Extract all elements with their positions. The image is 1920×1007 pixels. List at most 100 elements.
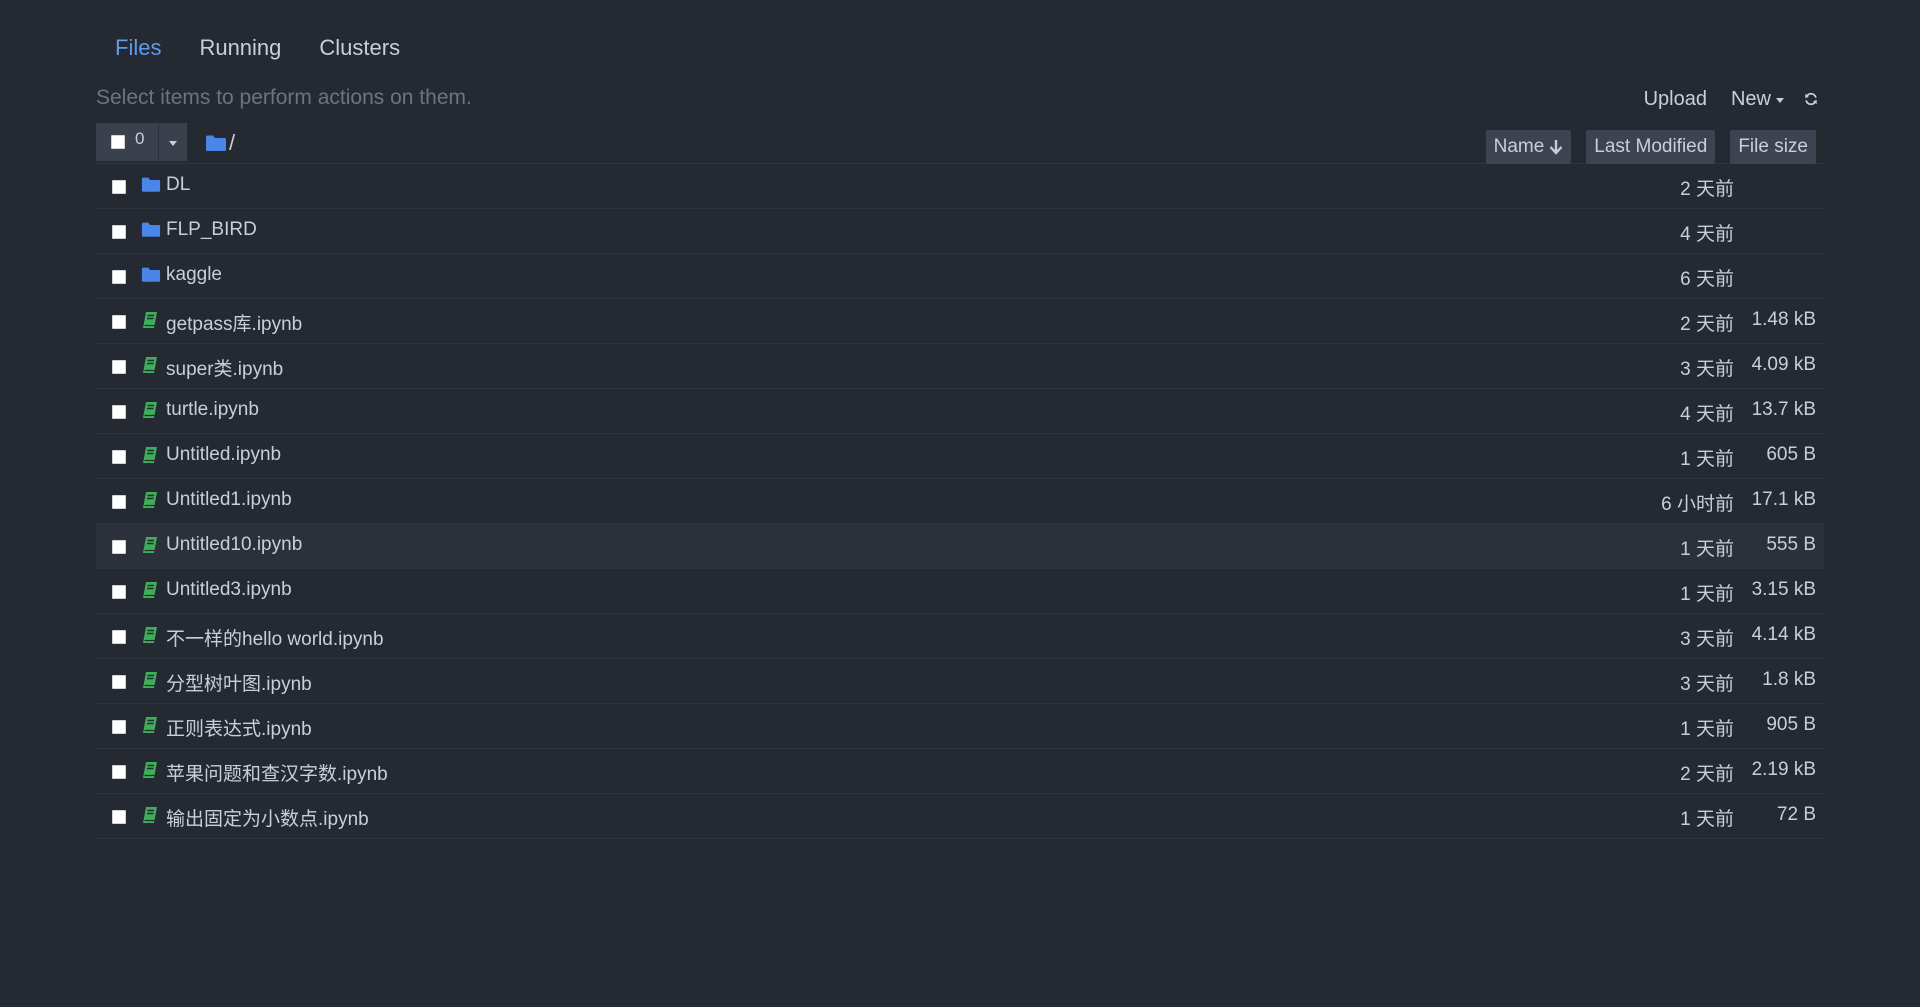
- sort-modified-label: Last Modified: [1594, 136, 1708, 157]
- item-last-modified: 4 天前: [1680, 404, 1734, 425]
- row-checkbox[interactable]: [112, 675, 126, 689]
- item-last-modified: 1 天前: [1680, 539, 1734, 560]
- breadcrumb[interactable]: /: [205, 130, 235, 156]
- notebook-icon: [141, 311, 161, 331]
- select-dropdown-button[interactable]: [159, 123, 187, 161]
- row-checkbox[interactable]: [112, 630, 126, 644]
- item-file-size: 4.09 kB: [1751, 354, 1816, 375]
- sort-by-size-button[interactable]: File size: [1730, 130, 1816, 164]
- item-last-modified: 3 天前: [1680, 629, 1734, 650]
- item-name-link[interactable]: Untitled10.ipynb: [166, 534, 302, 556]
- notebook-icon: [141, 356, 161, 376]
- list-item[interactable]: Untitled3.ipynb 1 天前 3.15 kB: [96, 569, 1824, 614]
- item-last-modified: 2 天前: [1680, 314, 1734, 335]
- tab-files[interactable]: Files: [96, 30, 180, 66]
- row-checkbox[interactable]: [112, 720, 126, 734]
- list-item[interactable]: Untitled1.ipynb 6 小时前 17.1 kB: [96, 479, 1824, 524]
- sort-by-modified-button[interactable]: Last Modified: [1586, 130, 1716, 164]
- file-list: DL 2 天前 FLP_BIRD 4 天前 kaggle 6 天前 getpass库.ipy…: [96, 164, 1824, 839]
- folder-icon: [206, 135, 226, 151]
- new-dropdown-button[interactable]: New: [1721, 86, 1794, 112]
- toolbar-actions: Upload New: [1634, 86, 1824, 112]
- refresh-icon[interactable]: [1798, 86, 1824, 112]
- list-item[interactable]: kaggle 6 天前: [96, 254, 1824, 299]
- list-item[interactable]: turtle.ipynb 4 天前 13.7 kB: [96, 389, 1824, 434]
- upload-button[interactable]: Upload: [1634, 86, 1717, 112]
- list-item[interactable]: 分型树叶图.ipynb 3 天前 1.8 kB: [96, 659, 1824, 704]
- notebook-icon: [141, 626, 161, 646]
- tab-clusters[interactable]: Clusters: [300, 30, 419, 66]
- list-item[interactable]: 输出固定为小数点.ipynb 1 天前 72 B: [96, 794, 1824, 839]
- list-item[interactable]: DL 2 天前: [96, 164, 1824, 209]
- item-name-link[interactable]: 输出固定为小数点.ipynb: [166, 804, 369, 831]
- row-checkbox[interactable]: [112, 405, 126, 419]
- breadcrumb-root: /: [229, 130, 236, 155]
- item-name-link[interactable]: 正则表达式.ipynb: [166, 714, 312, 741]
- item-file-size: 1.48 kB: [1751, 309, 1816, 330]
- item-name-link[interactable]: 分型树叶图.ipynb: [166, 669, 312, 696]
- new-label: New: [1730, 88, 1771, 110]
- select-all-group: 0: [96, 123, 187, 161]
- list-header: 0 / Name Last Modified File size: [96, 122, 1824, 164]
- item-name-link[interactable]: DL: [166, 174, 190, 196]
- tab-running[interactable]: Running: [180, 30, 300, 66]
- item-name-link[interactable]: Untitled3.ipynb: [166, 579, 292, 601]
- folder-icon: [141, 266, 161, 286]
- item-file-size: 13.7 kB: [1751, 399, 1816, 420]
- sort-name-label: Name: [1493, 136, 1545, 157]
- item-file-size: 17.1 kB: [1751, 489, 1816, 510]
- list-item[interactable]: FLP_BIRD 4 天前: [96, 209, 1824, 254]
- list-item[interactable]: Untitled10.ipynb 1 天前 555 B: [96, 524, 1824, 569]
- list-item[interactable]: getpass库.ipynb 2 天前 1.48 kB: [96, 299, 1824, 344]
- list-item[interactable]: 不一样的hello world.ipynb 3 天前 4.14 kB: [96, 614, 1824, 659]
- item-name-link[interactable]: 不一样的hello world.ipynb: [166, 624, 384, 651]
- selected-count: 0: [135, 129, 145, 148]
- item-name-link[interactable]: Untitled1.ipynb: [166, 489, 292, 511]
- item-name-link[interactable]: 苹果问题和查汉字数.ipynb: [166, 759, 388, 786]
- row-checkbox[interactable]: [112, 270, 126, 284]
- row-checkbox[interactable]: [112, 585, 126, 599]
- notebook-icon: [141, 806, 161, 826]
- notebook-icon: [141, 401, 161, 421]
- item-name-link[interactable]: getpass库.ipynb: [166, 309, 302, 336]
- row-checkbox[interactable]: [112, 765, 126, 779]
- item-name-link[interactable]: Untitled.ipynb: [166, 444, 281, 466]
- row-checkbox[interactable]: [112, 540, 126, 554]
- notebook-icon: [141, 671, 161, 691]
- list-item[interactable]: 正则表达式.ipynb 1 天前 905 B: [96, 704, 1824, 749]
- row-checkbox[interactable]: [112, 810, 126, 824]
- notebook-icon: [141, 761, 161, 781]
- row-checkbox[interactable]: [112, 315, 126, 329]
- item-name-link[interactable]: kaggle: [166, 264, 222, 286]
- item-name-link[interactable]: turtle.ipynb: [166, 399, 259, 421]
- notebook-icon: [141, 536, 161, 556]
- select-all-toggle[interactable]: 0: [96, 123, 159, 161]
- row-checkbox[interactable]: [112, 495, 126, 509]
- item-name-link[interactable]: super类.ipynb: [166, 354, 283, 381]
- item-last-modified: 3 天前: [1680, 359, 1734, 380]
- item-last-modified: 6 小时前: [1661, 494, 1734, 515]
- arrow-down-icon: [1549, 140, 1563, 155]
- notebook-icon: [141, 491, 161, 511]
- item-last-modified: 1 天前: [1680, 719, 1734, 740]
- row-checkbox[interactable]: [112, 450, 126, 464]
- list-item[interactable]: super类.ipynb 3 天前 4.09 kB: [96, 344, 1824, 389]
- list-item[interactable]: 苹果问题和查汉字数.ipynb 2 天前 2.19 kB: [96, 749, 1824, 794]
- folder-icon: [141, 176, 161, 196]
- list-item[interactable]: Untitled.ipynb 1 天前 605 B: [96, 434, 1824, 479]
- sort-by-name-button[interactable]: Name: [1485, 130, 1572, 164]
- item-file-size: 3.15 kB: [1751, 579, 1816, 600]
- item-file-size: 2.19 kB: [1751, 759, 1816, 780]
- row-checkbox[interactable]: [112, 360, 126, 374]
- folder-icon: [141, 221, 161, 241]
- row-checkbox[interactable]: [112, 225, 126, 239]
- item-last-modified: 2 天前: [1680, 764, 1734, 785]
- row-checkbox[interactable]: [112, 180, 126, 194]
- item-name-link[interactable]: FLP_BIRD: [166, 219, 257, 241]
- select-all-checkbox[interactable]: [111, 135, 125, 149]
- item-file-size: 4.14 kB: [1751, 624, 1816, 645]
- notebook-icon: [141, 716, 161, 736]
- chevron-down-icon: [1776, 97, 1784, 103]
- chevron-down-icon: [169, 140, 177, 146]
- item-file-size: 905 B: [1766, 714, 1816, 735]
